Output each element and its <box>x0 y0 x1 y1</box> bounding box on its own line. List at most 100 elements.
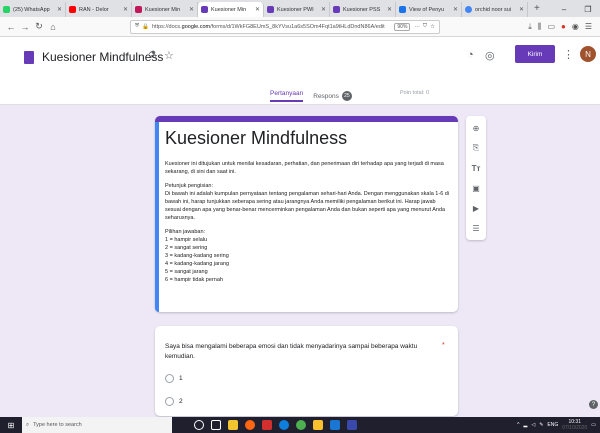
browser-tab-strip: (25) WhatsApp ✕ RAN - Delor ✕ Kuesioner Mi… <box>0 0 600 17</box>
avatar[interactable]: N <box>580 46 596 62</box>
file-explorer-icon[interactable] <box>228 420 238 430</box>
notifications-icon[interactable]: ▭ <box>591 422 596 428</box>
radio-option-label: 2 <box>179 398 183 405</box>
clock[interactable]: 10:31 07/10/2020 <box>562 419 587 431</box>
more-icon[interactable]: ··· <box>414 24 420 30</box>
account-icon[interactable]: ◉ <box>572 22 579 32</box>
option-item: 6 = hampir tidak pernah <box>165 277 223 283</box>
radio-option[interactable]: 1 <box>165 374 183 383</box>
minimize-icon[interactable]: – <box>552 5 576 14</box>
add-image-icon[interactable]: ▣ <box>470 182 482 194</box>
network-icon[interactable]: ▂ <box>523 422 527 428</box>
extension-icon[interactable]: ● <box>561 22 566 32</box>
add-question-icon[interactable]: ⊕ <box>470 122 482 134</box>
preview-icon[interactable]: ◎ <box>485 49 495 62</box>
move-to-folder-icon[interactable]: ⚗ <box>148 50 157 61</box>
shield-icon: ⛨ <box>135 23 140 29</box>
add-title-icon[interactable]: Tт <box>470 162 482 174</box>
address-bar[interactable]: ⛨ 🔒 https://docs.google.com/forms/d/1WkF… <box>130 19 440 34</box>
browser-tab[interactable]: RAN - Delor ✕ <box>66 2 132 17</box>
windows-taskbar: ⊞ ⌕ Type here to search ^ ▂ ◁ ✎ ENG 10:3… <box>0 417 600 433</box>
app-icon[interactable] <box>347 420 357 430</box>
forms-logo-icon[interactable] <box>24 51 34 64</box>
pdf-reader-icon[interactable] <box>262 420 272 430</box>
radio-button[interactable] <box>165 397 174 406</box>
tab-responses[interactable]: Respons 25 <box>313 90 352 102</box>
close-icon[interactable]: ✕ <box>57 6 62 13</box>
browser-tab-label: (25) WhatsApp <box>13 6 50 13</box>
add-video-icon[interactable]: ▶ <box>470 202 482 214</box>
browser-tab[interactable]: orchid noor sui ✕ <box>462 2 528 17</box>
help-icon[interactable]: ? <box>589 400 598 409</box>
close-icon[interactable]: ✕ <box>123 6 128 13</box>
forms-icon <box>267 6 274 13</box>
library-icon[interactable]: ⫼ <box>538 22 542 32</box>
more-vertical-icon[interactable]: ⋮ <box>563 48 574 61</box>
close-icon[interactable]: ✕ <box>519 6 524 13</box>
firefox-icon[interactable] <box>245 420 255 430</box>
sidebar-icon[interactable]: ▭ <box>547 22 555 32</box>
chevron-up-icon[interactable]: ^ <box>517 422 519 428</box>
close-icon[interactable]: ✕ <box>189 6 194 13</box>
forward-icon[interactable]: → <box>18 22 32 32</box>
reload-icon[interactable]: ↻ <box>32 21 46 32</box>
maximize-icon[interactable]: ❐ <box>576 5 600 14</box>
sticky-notes-icon[interactable] <box>313 420 323 430</box>
instructions-heading: Petunjuk pengisian: <box>165 183 214 189</box>
browser-tab-label: Kuesioner PSS <box>343 6 381 13</box>
forms-icon <box>333 6 340 13</box>
bookmark-star-icon[interactable]: ☆ <box>430 24 435 30</box>
close-icon[interactable]: ✕ <box>321 6 326 13</box>
form-description[interactable]: Kuesioner ini ditujukan untuk menilai ke… <box>165 160 450 284</box>
close-icon[interactable]: ✕ <box>255 6 260 13</box>
volume-icon[interactable]: ◁ <box>531 422 535 428</box>
word-icon[interactable] <box>330 420 340 430</box>
form-title-card[interactable]: Kuesioner Mindfulness Kuesioner ini ditu… <box>155 116 458 312</box>
question-card[interactable]: Saya bisa mengalami beberapa emosi dan t… <box>155 326 458 416</box>
new-tab-button[interactable]: + <box>528 2 546 17</box>
palette-icon[interactable]: ◔ <box>467 49 474 61</box>
browser-tab[interactable]: (25) WhatsApp ✕ <box>0 2 66 17</box>
pen-icon[interactable]: ✎ <box>539 422 543 428</box>
radio-button[interactable] <box>165 374 174 383</box>
browser-tab[interactable]: Kuesioner PWI ✕ <box>264 2 330 17</box>
send-button[interactable]: Kirim <box>515 45 555 63</box>
required-marker: * <box>442 342 445 349</box>
google-icon <box>465 6 472 13</box>
language-indicator[interactable]: ENG <box>547 422 558 428</box>
home-icon[interactable]: ⌂ <box>46 22 60 32</box>
form-title[interactable]: Kuesioner Mindfulness <box>165 128 347 149</box>
browser-tab[interactable]: Kuesioner Min ✕ <box>132 2 198 17</box>
intro-text: Kuesioner ini ditujukan untuk menilai ke… <box>165 161 444 175</box>
browser-tab[interactable]: Kuesioner PSS ✕ <box>330 2 396 17</box>
document-title[interactable]: Kuesioner Mindfulness <box>42 50 163 64</box>
clock-date: 07/10/2020 <box>562 425 588 431</box>
cortana-icon[interactable] <box>194 420 204 430</box>
tab-questions[interactable]: Pertanyaan <box>270 90 304 102</box>
option-item: 4 = kadang-kadang jarang <box>165 261 230 267</box>
close-icon[interactable]: ✕ <box>453 6 458 13</box>
chrome-icon[interactable] <box>296 420 306 430</box>
browser-tab-label: Kuesioner PWI <box>277 6 314 13</box>
menu-icon[interactable]: ☰ <box>585 22 592 32</box>
back-icon[interactable]: ← <box>4 22 18 32</box>
radio-option[interactable]: 2 <box>165 397 183 406</box>
download-icon[interactable]: ⤓ <box>528 22 532 32</box>
whatsapp-icon <box>3 6 10 13</box>
import-questions-icon[interactable]: ⎘ <box>470 142 482 154</box>
browser-tab[interactable]: View of Penyu ✕ <box>396 2 462 17</box>
star-icon[interactable]: ☆ <box>164 49 174 62</box>
system-tray: ^ ▂ ◁ ✎ ENG 10:31 07/10/2020 ▭ <box>517 419 600 431</box>
task-view-icon[interactable] <box>211 420 221 430</box>
close-icon[interactable]: ✕ <box>387 6 392 13</box>
browser-tab-active[interactable]: Kuesioner Min ✕ <box>198 2 264 17</box>
add-section-icon[interactable]: ☰ <box>470 222 482 234</box>
pocket-icon[interactable]: ⛉ <box>423 23 427 30</box>
option-item: 3 = kadang-kadang sering <box>165 253 229 259</box>
taskbar-apps <box>194 420 357 430</box>
edge-icon[interactable] <box>279 420 289 430</box>
taskbar-search[interactable]: ⌕ Type here to search <box>22 417 172 433</box>
zoom-level[interactable]: 90% <box>394 22 411 31</box>
windows-start-icon[interactable]: ⊞ <box>4 417 18 433</box>
window-controls: – ❐ <box>552 2 600 17</box>
